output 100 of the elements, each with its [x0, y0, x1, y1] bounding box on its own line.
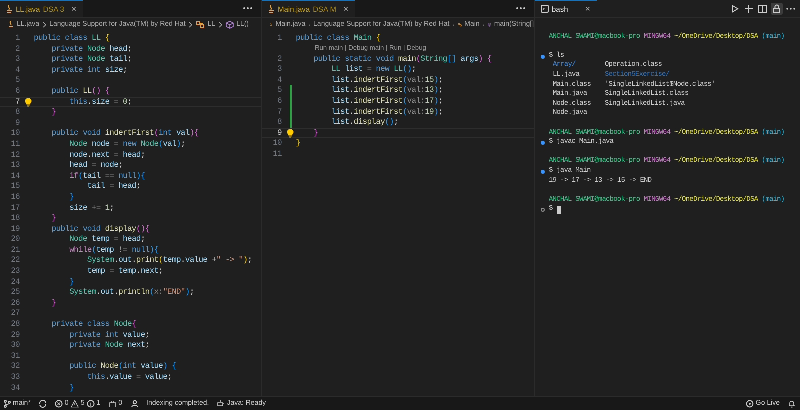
- line-number: 17: [10, 204, 20, 212]
- code-line: }: [50, 298, 56, 308]
- code-line: public Node(int value) {: [68, 362, 176, 371]
- code-line: private Node head;: [50, 44, 132, 54]
- line-number: 5: [14, 76, 20, 85]
- chevron-icon: [188, 22, 193, 28]
- bell-icon[interactable]: [788, 400, 796, 408]
- line-number: 6: [14, 86, 20, 96]
- line-number: 32: [10, 362, 20, 371]
- close-button[interactable]: ×: [585, 4, 591, 14]
- command-status-icon[interactable]: [541, 170, 545, 174]
- line-number: 4: [276, 76, 282, 84]
- line-number: 15: [10, 182, 20, 191]
- code-line: Node temp = head;: [68, 235, 146, 244]
- line-number: 10: [10, 129, 20, 138]
- line-number: 27: [10, 309, 20, 318]
- cube-icon: [488, 20, 492, 28]
- line-number: 9: [276, 128, 282, 138]
- code-line: size += 1;: [68, 204, 114, 212]
- code-line: }: [68, 278, 74, 286]
- split-icon[interactable]: [757, 2, 769, 14]
- code-line: }: [50, 214, 56, 223]
- code-line: if(tail == null){: [68, 172, 146, 180]
- lock-icon[interactable]: [771, 2, 783, 14]
- code-line: private int value;: [68, 330, 150, 340]
- close-button[interactable]: ×: [343, 4, 349, 14]
- code-line: this.value = value;: [86, 373, 172, 382]
- line-number: 11: [272, 150, 282, 159]
- plus-icon[interactable]: [743, 2, 755, 14]
- line-number: 24: [10, 278, 20, 286]
- command-status-icon[interactable]: [541, 208, 545, 212]
- line-number: 21: [10, 246, 20, 254]
- code-line: public void display(){: [50, 224, 150, 234]
- line-number: 7: [276, 108, 282, 116]
- code-line: System.out.println(x:"END");: [68, 288, 194, 297]
- code-line: private Node tail;: [50, 55, 132, 64]
- line-number: 3: [14, 55, 20, 64]
- code-line: public static void main(String[] args) {: [312, 54, 492, 64]
- line-number: 13: [10, 161, 20, 170]
- java-file-icon: [268, 4, 275, 14]
- line-number: 14: [10, 172, 20, 180]
- code-line: }: [312, 128, 318, 138]
- java-file-icon: [270, 20, 273, 28]
- class-icon: [196, 20, 205, 28]
- code-line: list.indertFirst(val:19);: [330, 108, 443, 116]
- code-line: private int size;: [50, 66, 128, 74]
- java-file-icon: [8, 20, 14, 28]
- code-line: public class LL {: [34, 34, 110, 43]
- sync-icon[interactable]: [38, 400, 47, 408]
- line-number: 9: [14, 118, 20, 128]
- line-number: 11: [10, 140, 20, 149]
- line-number: 8: [276, 118, 282, 127]
- line-number: 1: [14, 34, 20, 43]
- line-number: 8: [14, 108, 20, 117]
- code-line: head = node;: [68, 161, 124, 170]
- line-number: 28: [10, 320, 20, 329]
- code-line: }: [50, 108, 56, 117]
- line-number: 2: [276, 54, 282, 64]
- code-line: }: [68, 384, 74, 392]
- line-number: 3: [276, 65, 282, 74]
- line-number: 2: [14, 44, 20, 54]
- line-number: 10: [272, 139, 282, 148]
- code-line: private class Node{: [50, 320, 136, 329]
- line-number: 12: [10, 150, 20, 160]
- lightbulb-icon[interactable]: [25, 98, 32, 108]
- code-line: private Node next;: [68, 341, 150, 350]
- code-line: }: [68, 192, 74, 202]
- command-status-icon[interactable]: [541, 54, 545, 59]
- broadcast-icon: [746, 400, 754, 408]
- lightbulb-icon[interactable]: [287, 129, 294, 138]
- chevron-icon: [42, 22, 47, 28]
- code-line: list.indertFirst(val:17);: [330, 96, 443, 106]
- antenna-icon: [108, 400, 117, 408]
- code-line: list.display();: [330, 118, 398, 127]
- code-line: public void indertFirst(int val){: [50, 129, 199, 138]
- code-line: while(temp != null){: [68, 246, 159, 254]
- code-line: list.indertFirst(val:13);: [330, 86, 443, 95]
- line-number: 30: [10, 341, 20, 350]
- more-icon[interactable]: [243, 7, 253, 10]
- branch-icon: [4, 400, 11, 408]
- code-line: node.next = head;: [68, 150, 146, 160]
- code-line: tail = head;: [86, 182, 141, 191]
- code-line: public class Main {: [296, 34, 381, 43]
- more-icon[interactable]: [516, 7, 526, 10]
- code-line: public LL() {: [50, 86, 110, 96]
- line-number: 18: [10, 214, 20, 223]
- error-icon: [54, 400, 63, 408]
- code-line: }: [296, 139, 300, 148]
- line-number: 34: [10, 384, 20, 392]
- terminal-icon: [541, 5, 549, 13]
- line-number: 31: [10, 352, 20, 360]
- close-button[interactable]: ×: [71, 4, 77, 14]
- code-line: temp = temp.next;: [86, 267, 164, 276]
- code-line: list.indertFirst(val:15);: [330, 76, 443, 84]
- line-number: 7: [14, 98, 20, 106]
- class-icon: [458, 20, 462, 28]
- line-number: 25: [10, 288, 20, 297]
- person-icon[interactable]: [130, 400, 139, 408]
- command-status-icon[interactable]: [541, 140, 545, 145]
- line-number: 23: [10, 267, 20, 276]
